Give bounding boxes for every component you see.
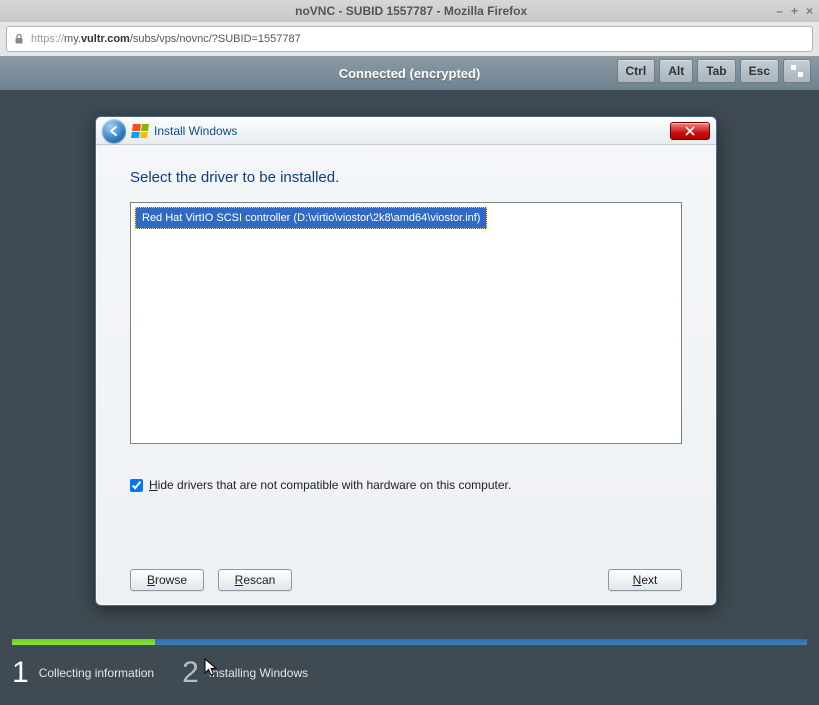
step-label: Installing Windows — [209, 666, 308, 680]
hide-incompatible-checkbox[interactable] — [130, 479, 143, 492]
hide-incompatible-checkbox-row[interactable]: Hide drivers that are not compatible wit… — [130, 478, 682, 492]
step-number: 1 — [12, 656, 29, 690]
install-steps: 1 Collecting information 2 Installing Wi… — [12, 647, 807, 699]
driver-list-item[interactable]: Red Hat VirtIO SCSI controller (D:\virti… — [135, 207, 487, 229]
dialog-title: Install Windows — [154, 124, 237, 138]
host-close-button[interactable]: × — [806, 4, 813, 18]
windows-logo-icon — [131, 124, 149, 138]
dialog-body: Select the driver to be installed. Red H… — [96, 145, 716, 605]
step-collecting-information: 1 Collecting information — [12, 656, 154, 690]
address-bar[interactable]: https://my.vultr.com/subs/vps/novnc/?SUB… — [6, 26, 813, 52]
close-button[interactable] — [670, 122, 710, 140]
step-label: Collecting information — [39, 666, 154, 680]
remote-screen: Install Windows Select the driver to be … — [0, 90, 819, 705]
esc-key-button[interactable]: Esc — [740, 59, 779, 83]
install-windows-dialog: Install Windows Select the driver to be … — [95, 116, 717, 606]
host-maximize-button[interactable]: + — [791, 4, 798, 18]
hide-incompatible-label: Hide drivers that are not compatible wit… — [149, 478, 511, 492]
host-window-title: noVNC - SUBID 1557787 - Mozilla Firefox — [46, 4, 776, 18]
settings-icon-button[interactable] — [783, 59, 811, 83]
vnc-toolbar: Connected (encrypted) Ctrl Alt Tab Esc — [0, 56, 819, 90]
lock-icon — [13, 33, 25, 45]
dialog-header: Install Windows — [96, 117, 716, 145]
dialog-heading: Select the driver to be installed. — [130, 169, 682, 186]
host-window: noVNC - SUBID 1557787 - Mozilla Firefox … — [0, 0, 819, 705]
mouse-cursor-icon — [204, 658, 220, 683]
host-titlebar: noVNC - SUBID 1557787 - Mozilla Firefox … — [0, 0, 819, 22]
dialog-button-row: Browse Rescan Next — [130, 549, 682, 591]
next-button[interactable]: Next — [608, 569, 682, 591]
ctrl-key-button[interactable]: Ctrl — [617, 59, 656, 83]
alt-key-button[interactable]: Alt — [659, 59, 693, 83]
url-text: https://my.vultr.com/subs/vps/novnc/?SUB… — [31, 33, 301, 45]
vnc-status: Connected (encrypted) — [339, 66, 481, 81]
step-number: 2 — [182, 656, 199, 690]
back-button[interactable] — [102, 119, 126, 143]
install-progress-fill — [12, 639, 155, 645]
install-progress-bar — [12, 639, 807, 645]
driver-list[interactable]: Red Hat VirtIO SCSI controller (D:\virti… — [130, 202, 682, 444]
step-installing-windows: 2 Installing Windows — [182, 656, 308, 690]
tab-key-button[interactable]: Tab — [697, 59, 735, 83]
rescan-button[interactable]: Rescan — [218, 569, 292, 591]
host-minimize-button[interactable]: – — [776, 4, 783, 18]
browse-button[interactable]: Browse — [130, 569, 204, 591]
